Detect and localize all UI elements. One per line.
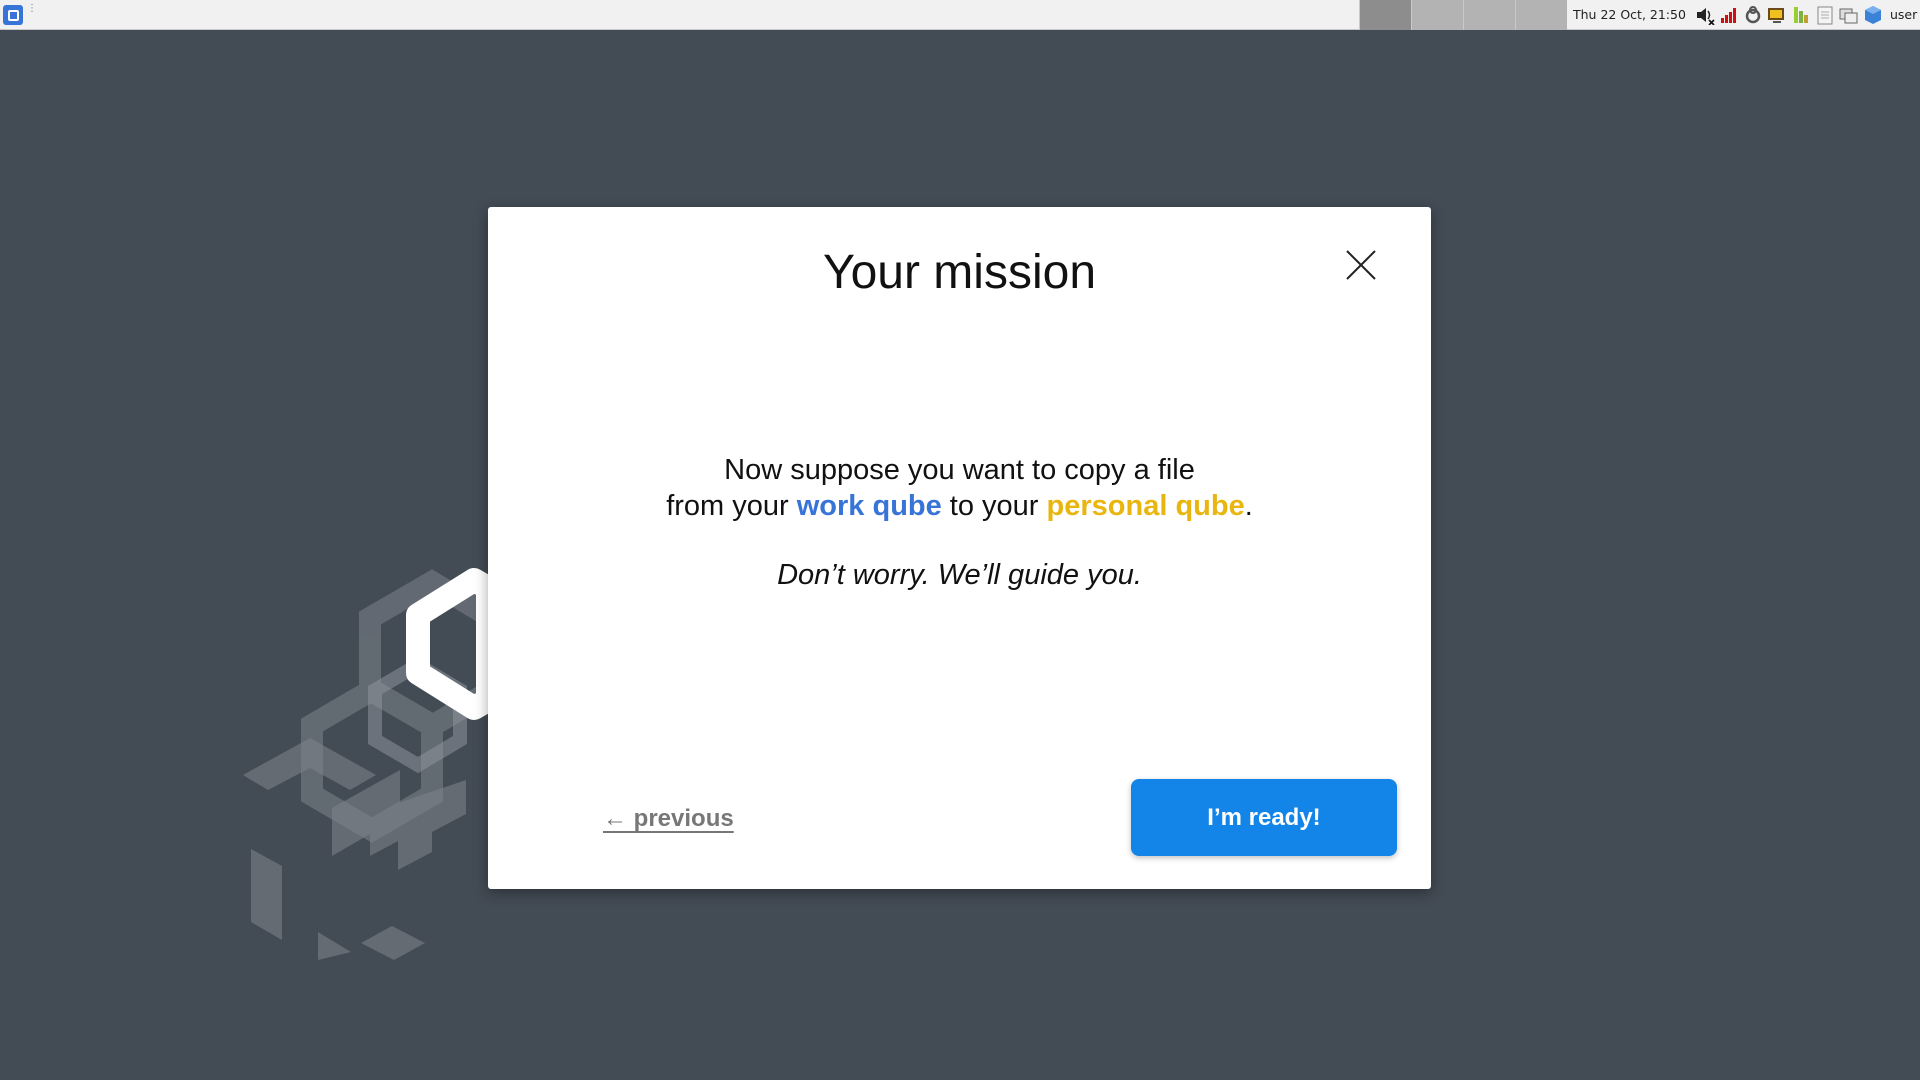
mission-line-2: from your work qube to your personal qub… [488, 488, 1431, 524]
dialog-title: Your mission [822, 246, 1097, 299]
mission-line-1: Now suppose you want to copy a file [724, 454, 1195, 486]
previous-link[interactable]: ← previous [603, 805, 734, 833]
mission-description: Now suppose you want to copy a file from… [488, 452, 1431, 524]
mission-dialog: Your mission Now suppose you want to cop… [488, 207, 1431, 889]
line2-suffix: . [1244, 490, 1253, 522]
personal-qube-label: personal qube [1046, 490, 1245, 522]
line2-middle: to your [941, 490, 1047, 522]
guide-text: Don’t worry. We’ll guide you. [777, 559, 1142, 591]
close-icon[interactable] [1343, 247, 1379, 283]
work-qube-label: work qube [796, 490, 942, 522]
ready-button[interactable]: I’m ready! [1131, 779, 1397, 856]
line2-prefix: from your [666, 490, 797, 522]
